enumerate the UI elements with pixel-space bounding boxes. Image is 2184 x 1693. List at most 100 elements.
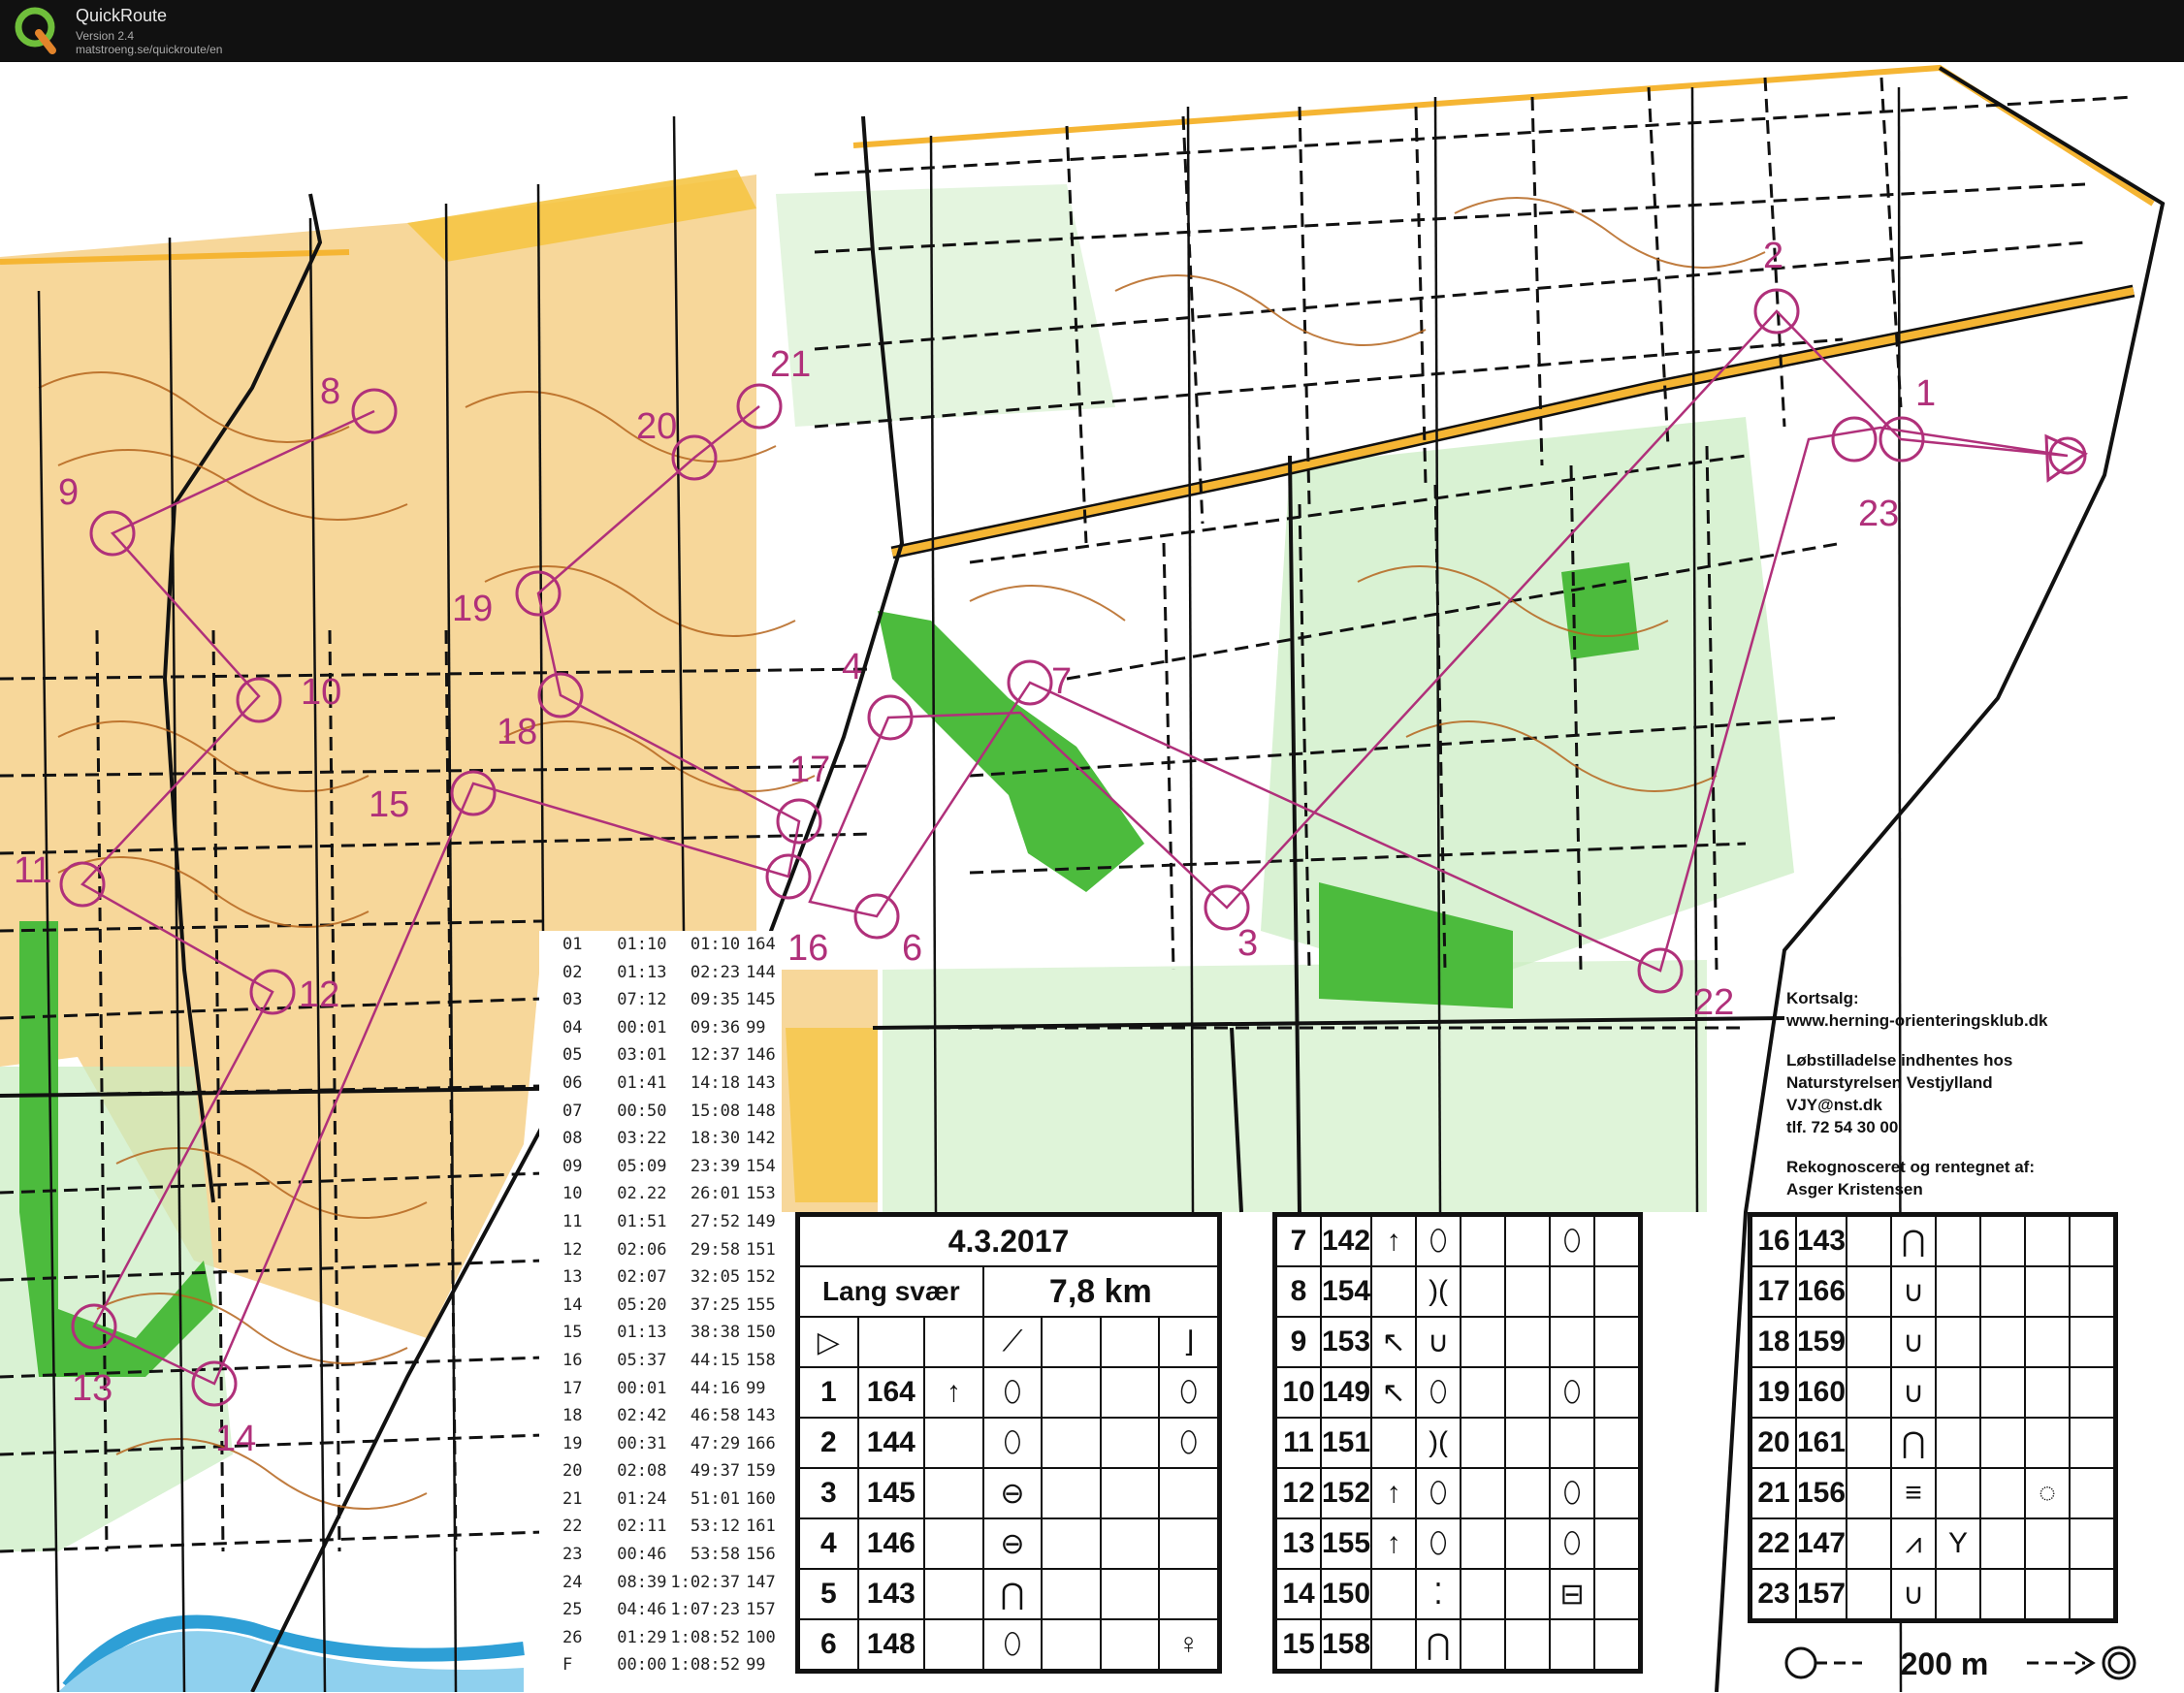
split-row: 11 01:51 27:52 149 [539, 1208, 782, 1236]
split-total: 23:39 [690, 1156, 741, 1176]
control-description-right: 16 143 ⋂ 17 166 ∪ 18 159 ∪ 19 160 ∪ 20 161 ⋂ 21 156… [1748, 1212, 2119, 1623]
row-number: 21 [1750, 1467, 1797, 1519]
control-code: 153 [1319, 1316, 1373, 1368]
north-arrow-icon: ↑ [1370, 1215, 1418, 1267]
saddle-icon: )( [1415, 1265, 1462, 1318]
row-number: 4 [798, 1517, 859, 1570]
split-total: 12:37 [690, 1045, 741, 1066]
location-icon: ⬯ [1549, 1215, 1596, 1267]
split-row: 09 05:09 23:39 154 [539, 1153, 782, 1181]
row-number: 10 [1275, 1366, 1322, 1419]
split-time: 00:01 [617, 1017, 667, 1038]
split-leg: 15 [562, 1323, 583, 1343]
split-time: 00:50 [617, 1101, 667, 1121]
control-code: 157 [1794, 1568, 1848, 1620]
split-leg: 11 [562, 1211, 583, 1231]
split-control-code: 144 [746, 962, 776, 982]
split-row: 22 02:11 53:12 161 [539, 1513, 782, 1541]
knoll-icon: ⬯ [1415, 1517, 1462, 1570]
split-total: 51:01 [690, 1488, 741, 1509]
split-row: 15 01:13 38:38 150 [539, 1319, 782, 1347]
control-code: 160 [1794, 1366, 1848, 1419]
split-row: 18 02:42 46:58 143 [539, 1402, 782, 1430]
control-number: 8 [320, 371, 340, 412]
control-number: 13 [72, 1368, 112, 1409]
location-icon: ⬯ [1549, 1366, 1596, 1419]
split-leg: 26 [562, 1627, 583, 1647]
split-leg: 21 [562, 1488, 583, 1509]
split-time: 03:22 [617, 1129, 667, 1149]
split-control-code: 153 [746, 1184, 776, 1204]
knoll-icon: ⬯ [1415, 1467, 1462, 1519]
split-total: 18:30 [690, 1129, 741, 1149]
permit-email: VJY@nst.dk [1786, 1096, 1882, 1114]
split-row: 08 03:22 18:30 142 [539, 1125, 782, 1153]
split-control-code: 100 [746, 1627, 776, 1647]
split-control-code: 159 [746, 1461, 776, 1482]
split-row: 16 05:37 44:15 158 [539, 1347, 782, 1375]
knoll-icon: ⬯ [981, 1366, 1044, 1419]
split-control-code: 158 [746, 1350, 776, 1370]
split-leg: 09 [562, 1156, 583, 1176]
app-title: QuickRoute [76, 6, 168, 25]
split-control-code: 154 [746, 1156, 776, 1176]
control-number: 16 [787, 928, 828, 969]
split-time: 01:10 [617, 935, 667, 954]
split-time: 05:09 [617, 1156, 667, 1176]
northwest-arrow-icon: ↖ [1370, 1366, 1418, 1419]
light-green-area-north [776, 184, 1115, 427]
split-time: 02:11 [617, 1517, 667, 1537]
row-number: 11 [1275, 1417, 1322, 1469]
control-number: 18 [497, 712, 537, 752]
split-control-code: 147 [746, 1572, 776, 1592]
app-url: matstroeng.se/quickroute/en [76, 43, 223, 56]
split-row: 14 05:20 37:25 155 [539, 1292, 782, 1320]
split-leg: 23 [562, 1545, 583, 1565]
control-number: 11 [14, 850, 51, 891]
split-time: 03:01 [617, 1045, 667, 1066]
spur-icon: ⋂ [1890, 1215, 1938, 1267]
row-number: 16 [1750, 1215, 1797, 1267]
row-number: 2 [798, 1417, 859, 1469]
split-leg: 13 [562, 1267, 583, 1288]
split-times-table: 01 01:10 01:10 164 02 01:13 02:23 144 03 07:12 09:… [539, 931, 782, 1685]
split-leg: 12 [562, 1239, 583, 1260]
split-control-code: 99 [746, 1655, 766, 1676]
control-code: 158 [1319, 1618, 1373, 1671]
split-row: 07 00:50 15:08 148 [539, 1098, 782, 1126]
split-time: 00:31 [617, 1433, 667, 1453]
split-total: 29:58 [690, 1239, 741, 1260]
split-time: 01:29 [617, 1627, 667, 1647]
row-number: 7 [1275, 1215, 1322, 1267]
split-total: 44:15 [690, 1350, 741, 1370]
split-row: 21 01:24 51:01 160 [539, 1485, 782, 1514]
split-total: 38:38 [690, 1323, 741, 1343]
split-leg: 14 [562, 1294, 583, 1315]
split-control-code: 143 [746, 1072, 776, 1093]
split-leg: 01 [562, 935, 583, 954]
split-control-code: 142 [746, 1129, 776, 1149]
control-number: 7 [1051, 661, 1072, 702]
split-control-code: 157 [746, 1600, 776, 1620]
split-row: 04 00:01 09:36 99 [539, 1014, 782, 1042]
control-number: 1 [1915, 373, 1936, 414]
split-control-code: 148 [746, 1101, 776, 1121]
app-version: Version 2.4 [76, 29, 135, 43]
split-leg: 18 [562, 1406, 583, 1426]
knoll-icon: ⬯ [981, 1417, 1044, 1469]
row-number: 20 [1750, 1417, 1797, 1469]
control-code: 151 [1319, 1417, 1373, 1469]
control-number: 3 [1237, 923, 1258, 964]
split-row: 01 01:10 01:10 164 [539, 931, 782, 959]
control-number: 6 [902, 928, 922, 969]
map-info: Kortsalg: www.herning-orienteringsklub.d… [1786, 987, 2048, 1200]
start-triangle-icon: ▷ [798, 1316, 859, 1368]
permit-phone: tlf. 72 54 30 00 [1786, 1118, 1899, 1136]
split-leg: 05 [562, 1045, 583, 1066]
control-code: 156 [1794, 1467, 1848, 1519]
split-total: 37:25 [690, 1294, 741, 1315]
row-number: 12 [1275, 1467, 1322, 1519]
split-time: 04:46 [617, 1600, 667, 1620]
split-row: 05 03:01 12:37 146 [539, 1041, 782, 1070]
control-code: 150 [1319, 1568, 1373, 1620]
